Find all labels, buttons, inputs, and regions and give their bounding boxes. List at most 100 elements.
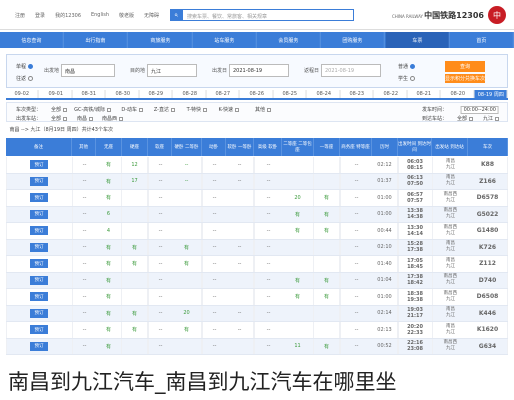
radio-single[interactable]: 单程 <box>16 63 33 70</box>
book-cell: 预订 <box>6 322 72 338</box>
link-register[interactable]: 注册 <box>15 12 25 19</box>
type-all[interactable]: 全部 <box>51 106 67 113</box>
train-number[interactable]: G1480 <box>468 223 508 239</box>
col-deluxe: 高级 软卧 <box>254 138 282 156</box>
book-button[interactable]: 预订 <box>30 176 49 186</box>
type-d[interactable]: D-动车 <box>121 106 143 113</box>
date-tab[interactable]: 08-24 <box>307 90 341 98</box>
date-tab[interactable]: 08-26 <box>240 90 274 98</box>
cell-dongwo: -- <box>202 173 226 189</box>
station-nanchang[interactable]: 南昌 <box>77 115 93 122</box>
stations-line: 九江 <box>446 164 455 170</box>
date-tab[interactable]: 08-29 <box>139 90 174 98</box>
arrive-all[interactable]: 全部 <box>457 115 473 122</box>
nav-member[interactable]: 会员服务 <box>257 32 322 48</box>
stations-line: 九江 <box>446 197 455 203</box>
from-field[interactable]: 南昌 <box>61 64 115 77</box>
table-row: G5022 南昌西 九江 13:38 14:38 01:00 -- 有有 -- -- -- 6 -- 预订 <box>6 206 508 223</box>
nav-station[interactable]: 站车服务 <box>192 32 257 48</box>
link-elder[interactable]: 敬老版 <box>119 12 134 19</box>
date-tab[interactable]: 08-20 <box>441 90 475 98</box>
date-tab[interactable]: 08-21 <box>407 90 442 98</box>
book-cell: 预订 <box>6 305 72 321</box>
station-all[interactable]: 全部 <box>51 115 67 122</box>
train-number[interactable]: D6508 <box>468 289 508 305</box>
train-number[interactable]: G634 <box>468 338 508 354</box>
search-input[interactable]: 搜索车票、餐饮、常旅客、相关规章 <box>182 9 354 21</box>
type-gc[interactable]: GC-高铁/城际 <box>74 106 111 113</box>
link-accessibility[interactable]: 无障碍 <box>144 12 159 19</box>
book-button[interactable]: 预订 <box>30 242 49 252</box>
train-number[interactable]: K726 <box>468 239 508 255</box>
nav-info[interactable]: 信息查询 <box>0 32 65 48</box>
date-tab[interactable]: 08-19 周四 <box>474 90 508 98</box>
logo[interactable]: 中 中国铁路12306 CHINA RAILWAY <box>392 6 506 24</box>
train-number[interactable]: D740 <box>468 272 508 288</box>
book-button[interactable]: 预订 <box>30 259 49 269</box>
train-number[interactable]: D6578 <box>468 190 508 206</box>
book-button[interactable]: 预订 <box>30 193 49 203</box>
book-button[interactable]: 预订 <box>30 341 49 351</box>
nav-guide[interactable]: 出行指南 <box>64 32 129 48</box>
train-number[interactable]: K446 <box>468 305 508 321</box>
radio-student[interactable]: 学生 <box>398 75 415 82</box>
cell-noseat: 有 <box>96 289 122 305</box>
radio-normal[interactable]: 普通 <box>398 63 415 70</box>
nav-business[interactable]: 商旅服务 <box>128 32 193 48</box>
date-tab[interactable]: 08-23 <box>340 90 375 98</box>
to-field[interactable]: 九江 <box>147 64 197 77</box>
link-english[interactable]: English <box>91 12 109 19</box>
type-z[interactable]: Z-直达 <box>154 106 175 113</box>
date-tab[interactable]: 08-31 <box>72 90 107 98</box>
book-button[interactable]: 预订 <box>30 292 49 302</box>
arrive-jiujiang[interactable]: 九江 <box>483 115 499 122</box>
points-button[interactable]: 显示积分兑换车次 <box>445 74 485 83</box>
nav-group[interactable]: 团购服务 <box>321 32 386 48</box>
query-button[interactable]: 查询 <box>445 61 485 72</box>
caption-text: 南昌到九江汽车_南昌到九江汽车在哪里坐 <box>8 370 397 394</box>
train-number[interactable]: Z166 <box>468 173 508 189</box>
cell-business: -- <box>340 206 372 222</box>
logo-name: 中国铁路12306 <box>424 10 484 20</box>
date-tab[interactable]: 09-01 <box>39 90 73 98</box>
cell-other: -- <box>72 223 96 239</box>
train-number[interactable]: Z112 <box>468 256 508 272</box>
search-icon[interactable]: ⌕ <box>170 9 182 21</box>
depart-date-field[interactable]: 2021-08-19 <box>229 64 289 77</box>
table-row: K88 南昌 九江 06:03 08:15 02:12 -- -- -- -- -- -- 12 有 -- 预… <box>6 157 508 174</box>
cell-hardseat: 17 <box>122 173 148 189</box>
date-tab[interactable]: 08-22 <box>374 90 408 98</box>
train-number[interactable]: K1620 <box>468 322 508 338</box>
times-line: 21:17 <box>407 313 424 320</box>
nav-tickets[interactable]: 车票 <box>385 32 450 48</box>
cell-deluxe: -- <box>254 223 282 239</box>
time-select[interactable]: 00:00--24:00 <box>460 106 499 114</box>
type-k[interactable]: K-快速 <box>218 106 239 113</box>
type-other[interactable]: 其他 <box>255 106 271 113</box>
cell-other: -- <box>72 206 96 222</box>
date-tab[interactable]: 08-28 <box>173 90 207 98</box>
book-button[interactable]: 预订 <box>30 308 49 318</box>
book-button[interactable]: 预订 <box>30 160 49 170</box>
date-tab[interactable]: 09-02 <box>5 90 40 98</box>
nav-home[interactable]: 首页 <box>449 32 514 48</box>
date-tab[interactable]: 08-25 <box>273 90 308 98</box>
book-button[interactable]: 预订 <box>30 209 49 219</box>
train-number[interactable]: K88 <box>468 157 508 173</box>
cell-business: -- <box>340 305 372 321</box>
book-button[interactable]: 预订 <box>30 275 49 285</box>
book-button[interactable]: 预订 <box>30 325 49 335</box>
date-tab[interactable]: 08-27 <box>206 90 241 98</box>
date-tab[interactable]: 08-30 <box>106 90 140 98</box>
train-number[interactable]: G5022 <box>468 206 508 222</box>
return-date-field[interactable]: 2021-08-19 <box>321 64 381 77</box>
type-label: 车次类型： <box>15 107 41 113</box>
type-t[interactable]: T-特快 <box>187 106 207 113</box>
link-my12306[interactable]: 我的12306 <box>55 12 81 19</box>
book-button[interactable]: 预订 <box>30 226 49 236</box>
table-row: K726 南昌 九江 15:28 17:38 02:10 -- -- -- -- 有 -- 有有 -- 预订 <box>6 239 508 256</box>
link-login[interactable]: 登录 <box>35 12 45 19</box>
station-nanchangxi[interactable]: 南昌西 <box>102 115 123 122</box>
radio-round[interactable]: 往返 <box>16 75 33 82</box>
times: 15:28 17:38 <box>398 239 432 255</box>
